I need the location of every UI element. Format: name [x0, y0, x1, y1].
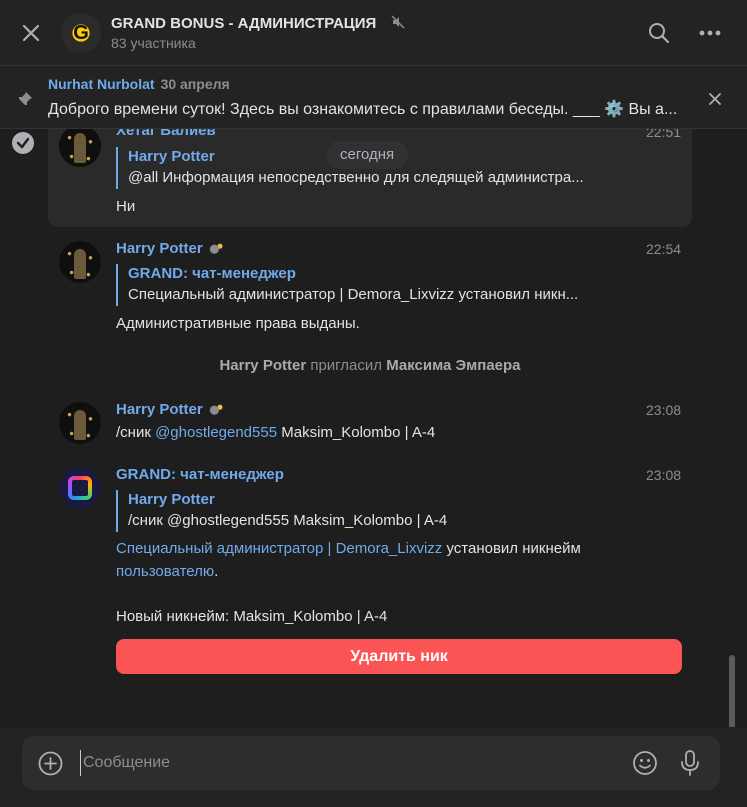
message-time: 22:51 — [646, 129, 682, 140]
pinned-author: Nurhat Nurbolat — [48, 76, 155, 92]
chat-title[interactable]: GRAND BONUS - АДМИНИСТРАЦИЯ — [111, 15, 376, 32]
search-icon[interactable] — [647, 21, 671, 45]
microphone-icon[interactable] — [680, 749, 700, 777]
quote-text: /сник @ghostlegend555 Maksim_Kolombo | A… — [128, 512, 448, 529]
status-emoji-icon — [207, 403, 224, 415]
message-text-line1: Специальный администратор | Demora_Lixvi… — [116, 538, 581, 560]
avatar[interactable] — [59, 129, 101, 167]
service-actor[interactable]: Harry Potter — [219, 357, 306, 374]
quote-author: Harry Potter — [128, 491, 215, 508]
pinned-text: Доброго времени суток! Здесь вы ознакоми… — [48, 101, 678, 118]
new-nickname-text: Новый никнейм: Maksim_Kolombo | A-4 — [116, 608, 388, 625]
reply-quote[interactable]: Harry Potter /сник @ghostlegend555 Maksi… — [116, 490, 447, 532]
message-time: 23:08 — [646, 467, 682, 483]
member-count[interactable]: 83 участника — [111, 35, 196, 51]
author-name: Harry Potter — [116, 401, 203, 418]
attach-plus-icon[interactable] — [38, 751, 63, 776]
author-name: Harry Potter — [116, 240, 203, 257]
message-author[interactable]: Хетаг Валиев — [116, 129, 216, 139]
avatar[interactable] — [59, 402, 101, 444]
message-author[interactable]: Harry Potter — [116, 240, 224, 257]
pinned-message[interactable]: Nurhat Nurbolat 30 апреля Доброго времени… — [0, 67, 747, 129]
message-time: 22:54 — [646, 241, 682, 257]
message-text: /сник @ghostlegend555 Maksim_Kolombo | A… — [116, 422, 435, 444]
message-author[interactable]: Harry Potter — [116, 401, 224, 418]
mention-link[interactable]: @ghostlegend555 — [155, 424, 277, 441]
pinned-header: Nurhat Nurbolat 30 апреля — [48, 76, 230, 92]
quote-text: Специальный администратор | Demora_Lixvi… — [128, 286, 579, 303]
message-author[interactable]: GRAND: чат-менеджер — [116, 466, 284, 483]
message-text: Административные права выданы. — [116, 315, 360, 332]
admin-link[interactable]: Специальный администратор | Demora_Lixvi… — [116, 540, 442, 557]
service-message: Harry Potter пригласил Максима Эмпаера — [0, 357, 740, 374]
message-text-mid: установил никнейм — [442, 540, 581, 557]
close-icon[interactable] — [18, 20, 44, 46]
bot-avatar[interactable] — [59, 467, 101, 509]
emoji-icon[interactable] — [632, 750, 658, 776]
message-input[interactable] — [80, 750, 620, 776]
quote-text: @all Информация непосредственно для след… — [128, 169, 584, 186]
chat-avatar-letter: G — [73, 22, 89, 44]
delete-nick-button[interactable]: Удалить ник — [116, 639, 682, 674]
reply-quote[interactable]: GRAND: чат-менеджер Специальный админист… — [116, 264, 578, 306]
message-text-end: . — [214, 563, 219, 580]
more-icon[interactable] — [697, 22, 723, 44]
message-text: Ни — [116, 198, 136, 215]
service-target[interactable]: Максима Эмпаера — [386, 357, 520, 374]
muted-icon — [391, 15, 405, 29]
message-list[interactable]: Хетаг Валиев 22:51 Harry Potter @all Инф… — [0, 129, 747, 727]
chat-avatar[interactable]: G — [61, 13, 101, 53]
status-emoji-icon — [207, 242, 224, 254]
quote-author: GRAND: чат-менеджер — [128, 265, 296, 282]
pin-icon — [18, 92, 32, 106]
pinned-date: 30 апреля — [160, 76, 230, 92]
message-time: 23:08 — [646, 402, 682, 418]
chat-header: G GRAND BONUS - АДМИНИСТРАЦИЯ 83 участни… — [0, 0, 747, 66]
date-separator: сегодня — [326, 141, 409, 169]
avatar[interactable] — [59, 241, 101, 283]
message-composer — [22, 736, 720, 790]
command-args: Maksim_Kolombo | A-4 — [277, 424, 436, 441]
scrollbar-thumb[interactable] — [729, 655, 735, 727]
user-link[interactable]: пользователю — [116, 563, 214, 580]
command-text: /сник — [116, 424, 156, 441]
selected-check-icon[interactable] — [11, 131, 35, 155]
service-action: пригласил — [306, 357, 387, 374]
message-text-line2: пользователю. — [116, 561, 218, 583]
unpin-close-icon[interactable] — [707, 91, 723, 107]
